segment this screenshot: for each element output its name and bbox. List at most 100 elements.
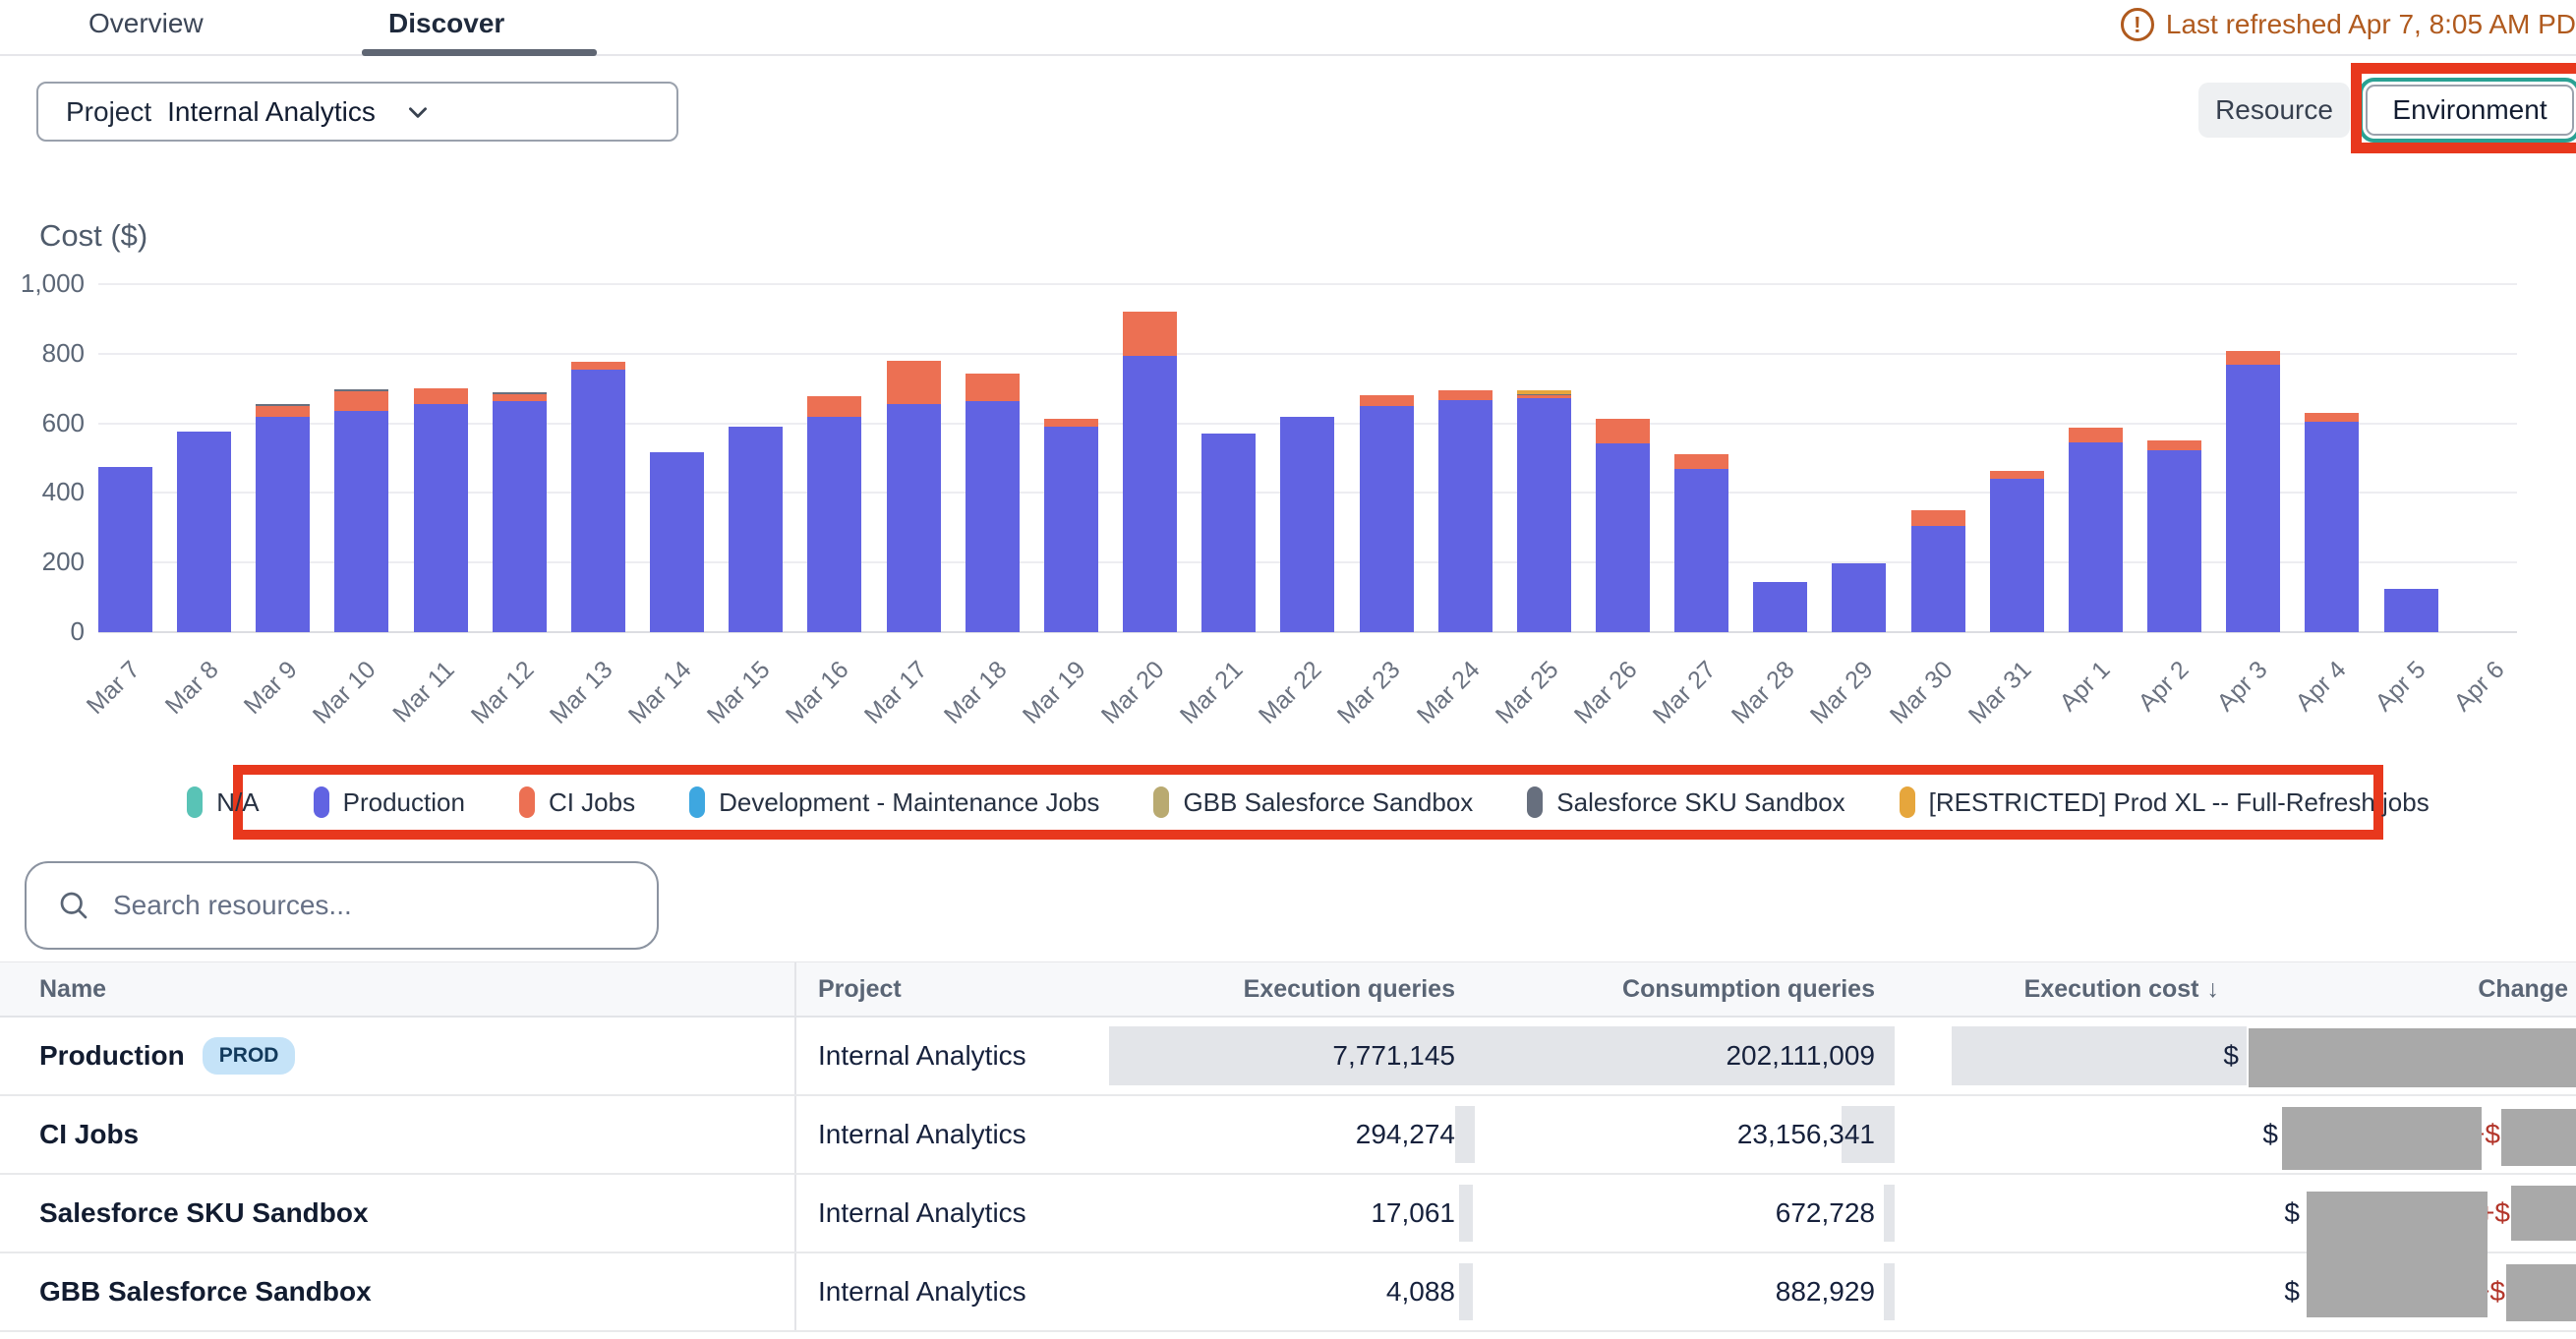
bar-apr-5[interactable] — [2384, 589, 2438, 632]
chart-x-axis-labels: Mar 7Mar 8Mar 9Mar 10Mar 11Mar 12Mar 13M… — [98, 644, 2517, 732]
bar-mar-30[interactable] — [1911, 510, 1965, 632]
table-row-salesforce-sku-sandbox[interactable]: Salesforce SKU SandboxInternal Analytics… — [0, 1175, 2576, 1253]
environment-toggle-button[interactable]: Environment — [2366, 85, 2574, 136]
bar-mar-10[interactable] — [334, 389, 388, 632]
bar-mar-18[interactable] — [966, 374, 1020, 632]
legend-item-ci-jobs[interactable]: CI Jobs — [519, 786, 635, 818]
legend-item-n-a[interactable]: N/A — [187, 786, 259, 818]
change-cell-redacted: -$ — [2386, 1018, 2576, 1094]
bar-mar-24[interactable] — [1438, 390, 1493, 632]
bar-segment-ci-jobs — [334, 391, 388, 411]
resource-name[interactable]: GBB Salesforce Sandbox — [39, 1276, 372, 1308]
bar-apr-2[interactable] — [2147, 440, 2201, 632]
resource-name[interactable]: Production — [39, 1040, 185, 1072]
tab-discover[interactable]: Discover — [388, 8, 504, 39]
bar-mar-16[interactable] — [807, 396, 861, 632]
bar-mar-14[interactable] — [650, 452, 704, 632]
bar-mar-11[interactable] — [414, 388, 468, 632]
project-cell: Internal Analytics — [794, 1253, 1114, 1330]
column-header-consumption-queries[interactable]: Consumption queries — [1475, 975, 1895, 1004]
legend-label: [RESTRICTED] Prod XL -- Full-Refresh job… — [1929, 787, 2430, 818]
x-tick-label: Mar 16 — [781, 656, 855, 730]
bar-mar-22[interactable] — [1280, 417, 1334, 632]
bar-segment-ci-jobs — [2226, 351, 2280, 365]
bar-segment-ci-jobs — [1596, 419, 1650, 443]
x-tick-label: Mar 9 — [239, 656, 304, 721]
bar-segment-ci-jobs — [1123, 312, 1177, 355]
column-header-execution-queries[interactable]: Execution queries — [1114, 975, 1475, 1004]
bar-apr-4[interactable] — [2305, 413, 2359, 632]
x-tick-label: Mar 18 — [938, 656, 1013, 730]
table-row-ci-jobs[interactable]: CI JobsInternal Analytics294,27423,156,3… — [0, 1096, 2576, 1175]
x-tick-label: Mar 24 — [1411, 656, 1486, 730]
execution-cost-cell-redacted: $ — [1895, 1018, 2386, 1094]
cost-dashboard-page: Overview Discover ! Last refreshed Apr 7… — [0, 0, 2576, 1339]
column-header-execution-cost[interactable]: Execution cost↓ — [1895, 975, 2386, 1004]
legend-label: Production — [343, 787, 465, 818]
search-input[interactable] — [113, 890, 627, 921]
resource-name[interactable]: Salesforce SKU Sandbox — [39, 1197, 369, 1229]
bar-mar-27[interactable] — [1674, 454, 1728, 632]
legend-item--restricted-prod-xl-full-refresh-jobs[interactable]: [RESTRICTED] Prod XL -- Full-Refresh job… — [1900, 786, 2430, 818]
y-tick-label: 0 — [71, 616, 85, 647]
last-refreshed-text: Last refreshed Apr 7, 8:05 AM PD — [2166, 9, 2576, 40]
bar-mar-25[interactable] — [1517, 390, 1571, 632]
bar-segment-production — [1123, 356, 1177, 632]
search-box[interactable] — [25, 861, 659, 950]
bar-mar-13[interactable] — [571, 362, 625, 632]
column-header-name[interactable]: Name — [0, 962, 794, 1016]
bar-segment-production — [1517, 398, 1571, 632]
bar-mar-29[interactable] — [1832, 563, 1886, 632]
bar-segment-ci-jobs — [1438, 390, 1493, 400]
project-select[interactable]: Project Internal Analytics — [36, 82, 678, 142]
legend-item-salesforce-sku-sandbox[interactable]: Salesforce SKU Sandbox — [1527, 786, 1844, 818]
bar-mar-9[interactable] — [256, 404, 310, 632]
bar-mar-26[interactable] — [1596, 419, 1650, 632]
resource-toggle-button[interactable]: Resource — [2198, 83, 2350, 138]
table-header-row: Name Project Execution queries Consumpti… — [0, 961, 2576, 1018]
legend-label: Salesforce SKU Sandbox — [1556, 787, 1844, 818]
column-header-change[interactable]: Change — [2386, 975, 2576, 1004]
column-header-project[interactable]: Project — [794, 962, 1114, 1016]
legend-swatch — [519, 786, 535, 818]
table-row-gbb-salesforce-sandbox[interactable]: GBB Salesforce Sandbox Internal Analytics… — [0, 1253, 2576, 1332]
table-row-production[interactable]: ProductionPRODInternal Analytics7,771,14… — [0, 1018, 2576, 1096]
x-tick-label: Mar 29 — [1805, 656, 1880, 730]
bar-segment-production — [1911, 526, 1965, 632]
legend-item-production[interactable]: Production — [314, 786, 465, 818]
x-tick-label: Apr 3 — [2212, 656, 2274, 718]
bar-segment-production — [1674, 469, 1728, 632]
bar-mar-31[interactable] — [1990, 471, 2044, 632]
x-tick-label: Mar 15 — [702, 656, 777, 730]
bar-segment-production — [1044, 427, 1098, 632]
tab-overview[interactable]: Overview — [88, 8, 204, 39]
bar-segment-ci-jobs — [887, 361, 941, 404]
legend-item-gbb-salesforce-sandbox[interactable]: GBB Salesforce Sandbox — [1153, 786, 1473, 818]
bar-segment-ci-jobs — [2069, 428, 2123, 442]
bar-segment-ci-jobs — [414, 388, 468, 404]
warning-icon: ! — [2121, 8, 2154, 41]
bar-mar-15[interactable] — [729, 427, 783, 632]
bar-mar-21[interactable] — [1201, 434, 1256, 632]
cost-chart-plot — [98, 284, 2517, 632]
bar-mar-7[interactable] — [98, 467, 152, 632]
bar-mar-12[interactable] — [493, 392, 547, 632]
execution-cost-cell-redacted: $ — [1895, 1096, 2386, 1173]
bar-mar-28[interactable] — [1753, 582, 1807, 632]
bar-mar-19[interactable] — [1044, 419, 1098, 632]
x-tick-label: Mar 27 — [1648, 656, 1723, 730]
bar-mar-8[interactable] — [177, 432, 231, 632]
bar-mar-23[interactable] — [1360, 395, 1414, 632]
bar-apr-3[interactable] — [2226, 351, 2280, 632]
project-select-label: Project — [66, 96, 151, 128]
bar-mar-20[interactable] — [1123, 312, 1177, 632]
bar-segment-production — [493, 401, 547, 632]
bar-apr-1[interactable] — [2069, 428, 2123, 632]
resource-name[interactable]: CI Jobs — [39, 1119, 139, 1150]
legend-swatch — [314, 786, 329, 818]
legend-item-development-maintenance-jobs[interactable]: Development - Maintenance Jobs — [689, 786, 1099, 818]
chart-bars — [98, 284, 2517, 632]
x-tick-label: Mar 26 — [1569, 656, 1644, 730]
x-tick-label: Mar 11 — [387, 656, 460, 728]
bar-mar-17[interactable] — [887, 361, 941, 632]
